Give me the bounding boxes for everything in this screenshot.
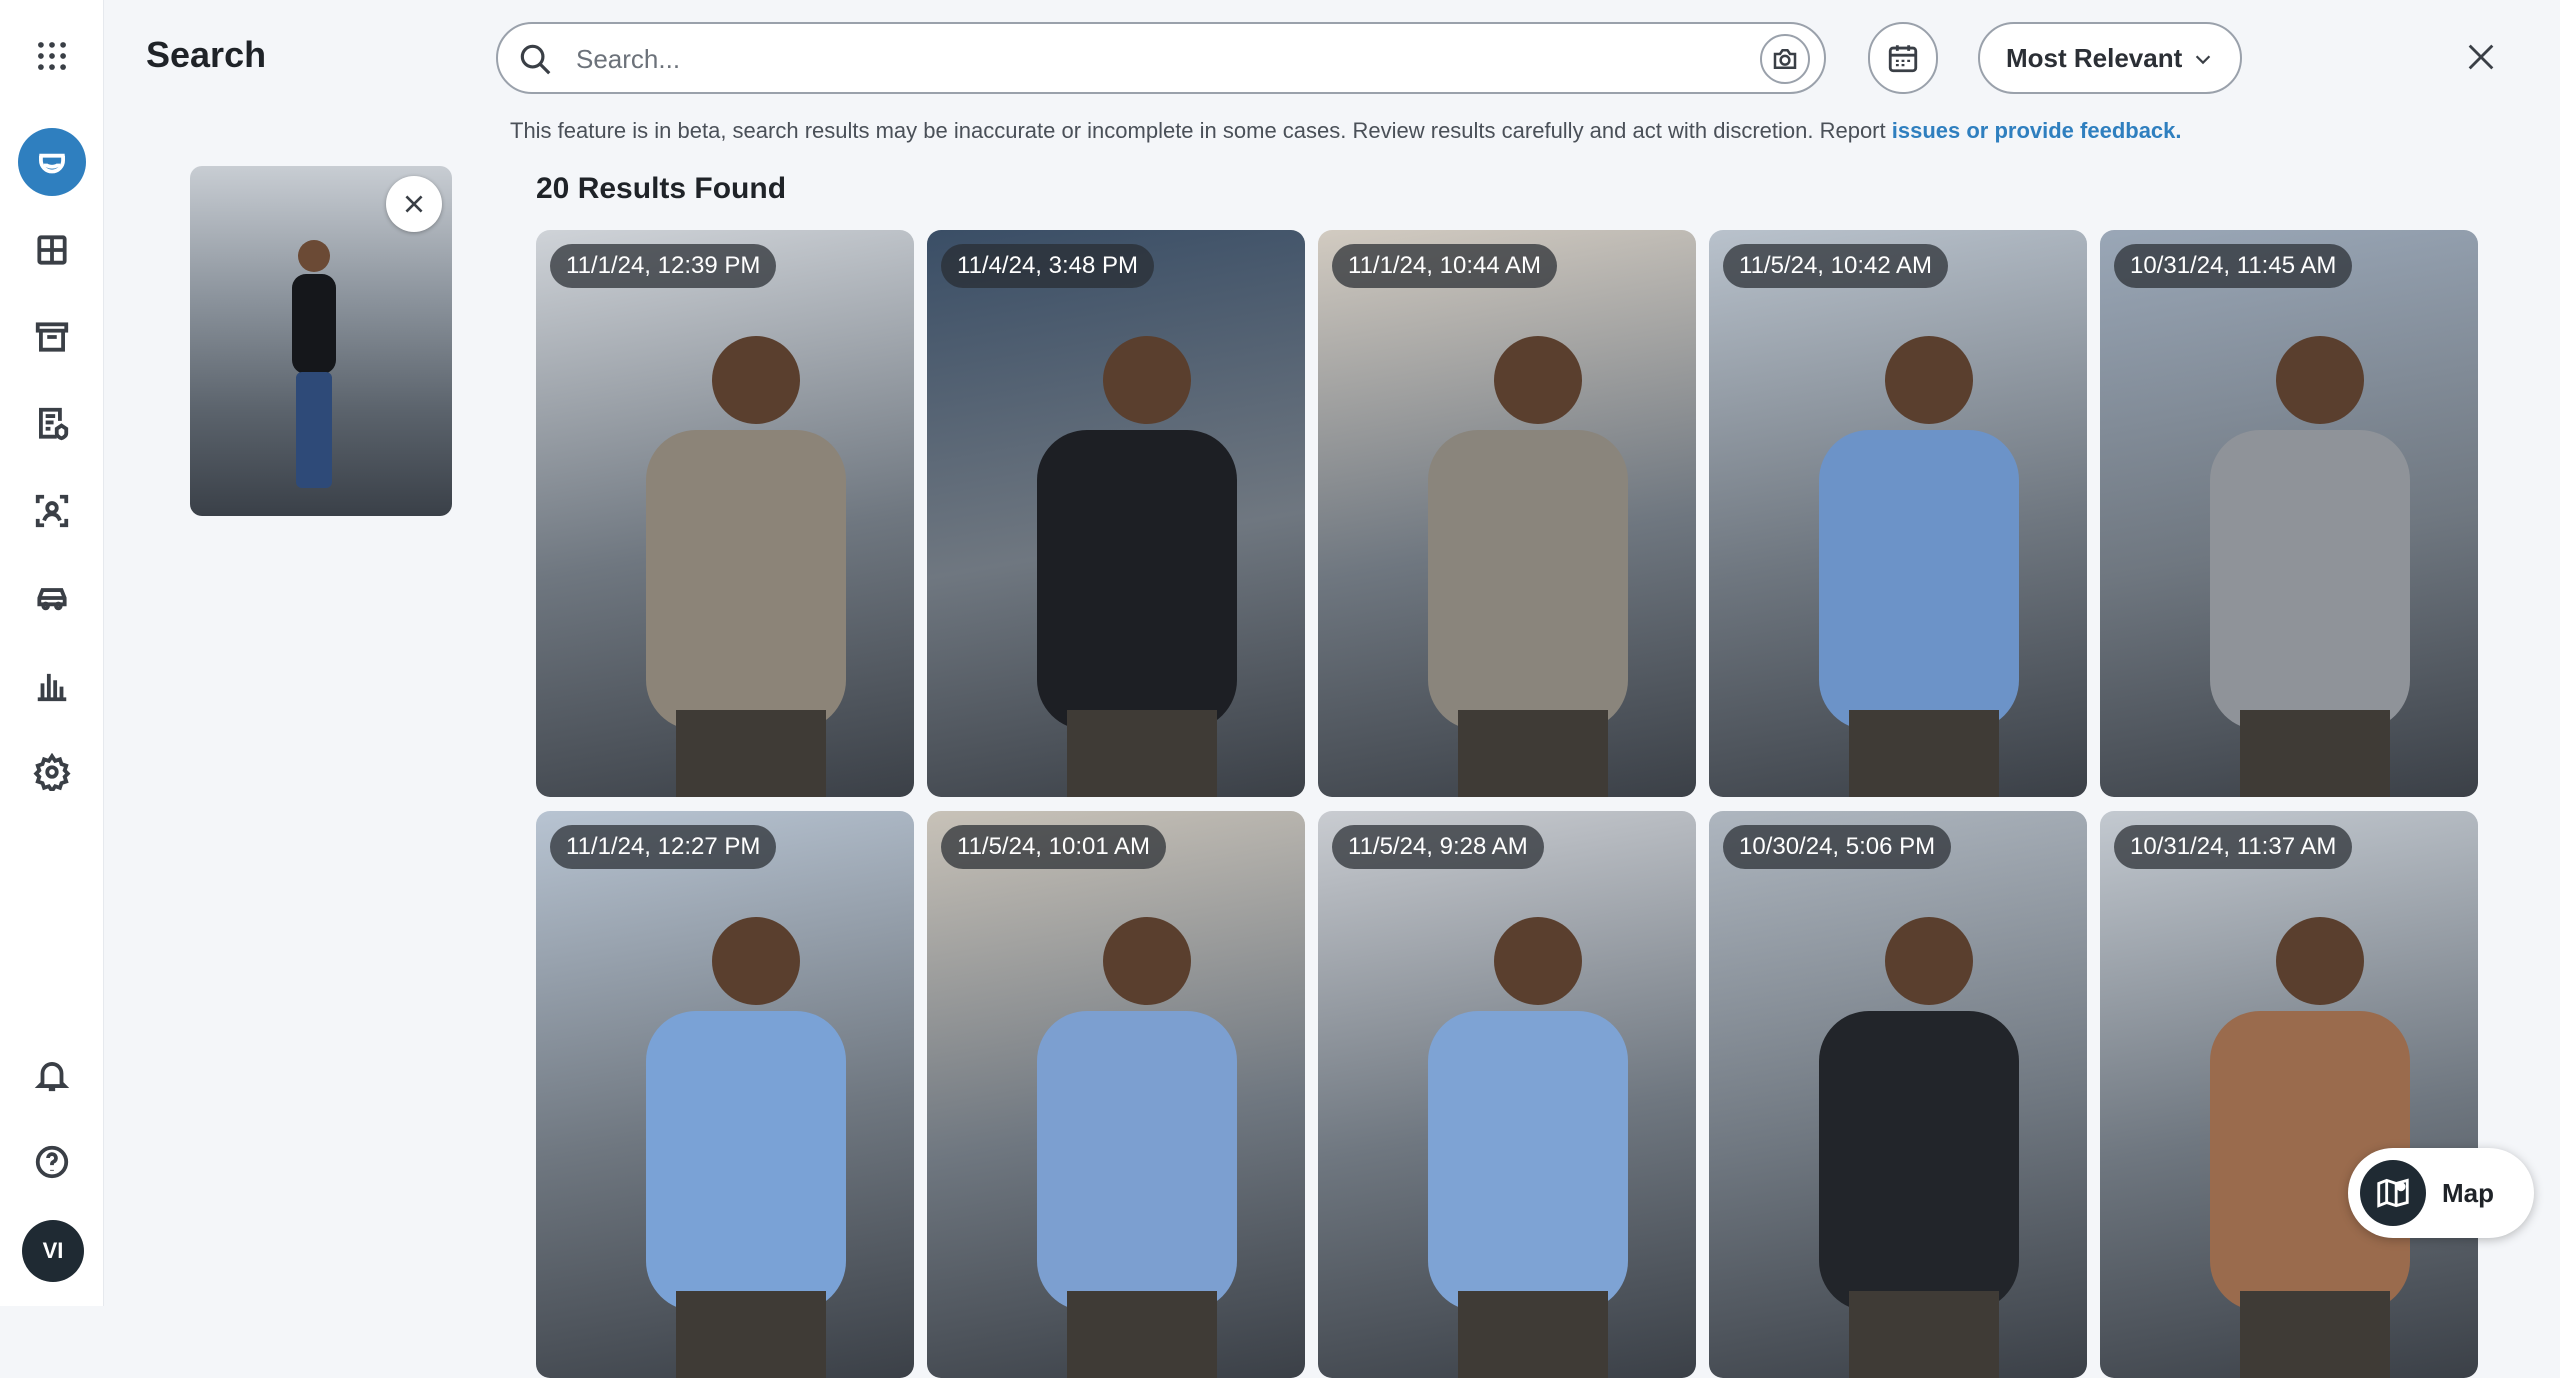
reference-person-figure [292, 240, 336, 488]
person-figure [1819, 917, 2019, 1378]
user-avatar[interactable]: VI [22, 1220, 84, 1282]
result-timestamp: 11/5/24, 9:28 AM [1332, 825, 1544, 869]
person-figure [2210, 336, 2410, 797]
close-search-button[interactable] [2458, 34, 2504, 80]
result-tile[interactable]: 11/5/24, 10:01 AM [927, 811, 1305, 1378]
person-figure [1428, 917, 1628, 1378]
map-button-label: Map [2442, 1177, 2494, 1208]
chevron-down-icon [2195, 55, 2211, 65]
result-timestamp: 10/30/24, 5:06 PM [1723, 825, 1952, 869]
result-tile[interactable]: 11/1/24, 10:44 AM [1318, 230, 1696, 797]
beta-notice: This feature is in beta, search results … [510, 118, 2182, 144]
result-timestamp: 11/1/24, 12:27 PM [550, 825, 777, 869]
settings-gear-icon[interactable] [18, 738, 86, 806]
result-timestamp: 10/31/24, 11:45 AM [2114, 244, 2353, 288]
search-bar [496, 22, 1826, 94]
map-icon [2360, 1160, 2426, 1226]
result-tile[interactable]: 10/31/24, 11:37 AM [2100, 811, 2478, 1378]
calendar-icon [1888, 45, 1918, 73]
close-icon [405, 195, 423, 213]
result-tile[interactable]: 11/5/24, 10:42 AM [1709, 230, 2087, 797]
result-tile[interactable]: 11/1/24, 12:39 PM [536, 230, 914, 797]
result-timestamp: 11/4/24, 3:48 PM [941, 244, 1155, 288]
result-timestamp: 11/1/24, 12:39 PM [550, 244, 777, 288]
result-timestamp: 11/5/24, 10:42 AM [1723, 244, 1949, 288]
person-figure [1037, 336, 1237, 797]
sort-dropdown[interactable]: Most Relevant [1978, 22, 2242, 94]
people-detection-icon[interactable] [18, 477, 86, 545]
left-nav-rail: VI [0, 0, 104, 1306]
sort-selected-label: Most Relevant [2006, 42, 2183, 73]
close-icon [2468, 44, 2494, 70]
vehicle-icon[interactable] [18, 564, 86, 632]
search-icon [520, 44, 551, 75]
page-title: Search [146, 34, 267, 75]
beta-notice-text: This feature is in beta, search results … [510, 118, 1892, 143]
map-button[interactable]: Map [2348, 1148, 2534, 1238]
result-tile[interactable]: 11/5/24, 9:28 AM [1318, 811, 1696, 1378]
person-figure [1819, 336, 2019, 797]
archive-icon[interactable] [18, 303, 86, 371]
remove-reference-image-button[interactable] [386, 176, 442, 232]
camera-dome-icon[interactable] [18, 128, 86, 196]
analytics-bar-chart-icon[interactable] [18, 651, 86, 719]
camera-icon [1773, 49, 1797, 69]
search-input[interactable] [576, 38, 1696, 80]
person-figure [1037, 917, 1237, 1378]
alerts-report-icon[interactable] [18, 390, 86, 458]
result-tile[interactable]: 10/30/24, 5:06 PM [1709, 811, 2087, 1378]
feedback-link[interactable]: issues or provide feedback. [1892, 118, 2182, 143]
result-timestamp: 10/31/24, 11:37 AM [2114, 825, 2353, 869]
help-question-icon[interactable] [18, 1128, 86, 1196]
result-timestamp: 11/1/24, 10:44 AM [1332, 244, 1558, 288]
result-timestamp: 11/5/24, 10:01 AM [941, 825, 1167, 869]
results-count: 20 Results Found [536, 172, 787, 205]
notifications-bell-icon[interactable] [18, 1041, 86, 1109]
dashboard-grid-icon[interactable] [18, 216, 86, 284]
result-tile[interactable]: 10/31/24, 11:45 AM [2100, 230, 2478, 797]
image-search-button[interactable] [1760, 34, 1810, 84]
apps-grid-icon[interactable] [18, 22, 86, 90]
person-figure [646, 336, 846, 797]
person-figure [2210, 917, 2410, 1378]
person-figure [646, 917, 846, 1378]
result-tile[interactable]: 11/4/24, 3:48 PM [927, 230, 1305, 797]
result-tile[interactable]: 11/1/24, 12:27 PM [536, 811, 914, 1378]
person-figure [1428, 336, 1628, 797]
date-filter-button[interactable] [1868, 22, 1938, 94]
